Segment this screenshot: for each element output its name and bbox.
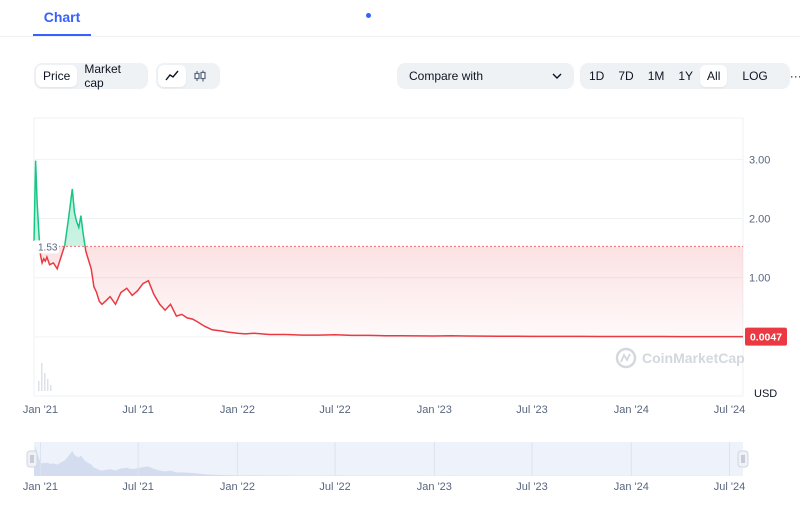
coinmarketcap-watermark: CoinMarketCap: [615, 347, 745, 369]
x-tick-label: Jul '21: [122, 404, 153, 416]
y-tick-label: 2.00: [749, 214, 770, 226]
market-cap-button[interactable]: Market cap: [77, 62, 146, 90]
range-1y-button[interactable]: 1Y: [671, 65, 700, 87]
navigator-x-tick-label: Jan '21: [23, 481, 58, 493]
x-tick-label: Jul '22: [319, 404, 350, 416]
log-scale-button[interactable]: LOG: [735, 65, 774, 87]
more-options-button[interactable]: ···: [783, 65, 800, 87]
chart-type-toggle: [156, 63, 220, 89]
range-1d-button[interactable]: 1D: [582, 65, 611, 87]
range-7d-button[interactable]: 7D: [611, 65, 640, 87]
baseline-label: 1.53: [33, 240, 59, 254]
current-price-value: 0.0047: [750, 332, 782, 344]
price-chart: CoinMarketCap 3.00 2.00 1.00 USD Jan '21 Ju…: [23, 117, 787, 493]
volume-bar: [41, 363, 43, 391]
volume-bar: [38, 381, 40, 391]
volume-bar: [47, 379, 49, 391]
x-tick-label: Jan '23: [417, 404, 452, 416]
indicator-dot: [366, 13, 371, 18]
line-chart-icon[interactable]: [158, 65, 186, 87]
tab-divider: [0, 36, 800, 37]
tab-chart[interactable]: Chart: [33, 0, 91, 36]
y-axis-unit: USD: [754, 388, 777, 400]
price-button[interactable]: Price: [36, 65, 78, 87]
navigator-x-tick-label: Jul '24: [714, 481, 745, 493]
navigator-x-tick-label: Jul '23: [516, 481, 547, 493]
compare-with-dropdown[interactable]: Compare with: [397, 63, 574, 89]
x-tick-label: Jul '23: [516, 404, 547, 416]
x-tick-label: Jan '21: [23, 404, 58, 416]
range-selector: 1D 7D 1M 1Y All LOG ···: [580, 63, 800, 89]
navigator-x-tick-label: Jan '24: [614, 481, 649, 493]
volume-bar: [44, 373, 46, 391]
price-area-below-baseline: [34, 246, 743, 337]
chevron-down-icon: [552, 73, 562, 79]
range-all-button[interactable]: All: [700, 65, 728, 87]
x-tick-label: Jul '24: [714, 404, 745, 416]
navigator-x-tick-label: Jul '21: [122, 481, 153, 493]
y-tick-label: 1.00: [749, 273, 770, 285]
navigator-right-handle[interactable]: [737, 450, 749, 468]
x-tick-label: Jan '24: [614, 404, 649, 416]
navigator-x-tick-label: Jan '23: [417, 481, 452, 493]
watermark-text: CoinMarketCap: [642, 350, 745, 366]
range-navigator[interactable]: [26, 442, 749, 476]
x-tick-label: Jan '22: [220, 404, 255, 416]
current-price-tag: 0.0047: [745, 327, 787, 346]
navigator-x-tick-label: Jan '22: [220, 481, 255, 493]
candlestick-icon[interactable]: [186, 65, 214, 87]
baseline-value: 1.53: [38, 242, 58, 253]
price-marketcap-toggle: Price Market cap: [34, 62, 148, 90]
compare-with-label: Compare with: [409, 69, 484, 83]
y-tick-label: 3.00: [749, 154, 770, 166]
navigator-left-handle[interactable]: [26, 450, 38, 468]
volume-bar: [50, 385, 52, 391]
navigator-x-tick-label: Jul '22: [319, 481, 350, 493]
range-1m-button[interactable]: 1M: [641, 65, 672, 87]
